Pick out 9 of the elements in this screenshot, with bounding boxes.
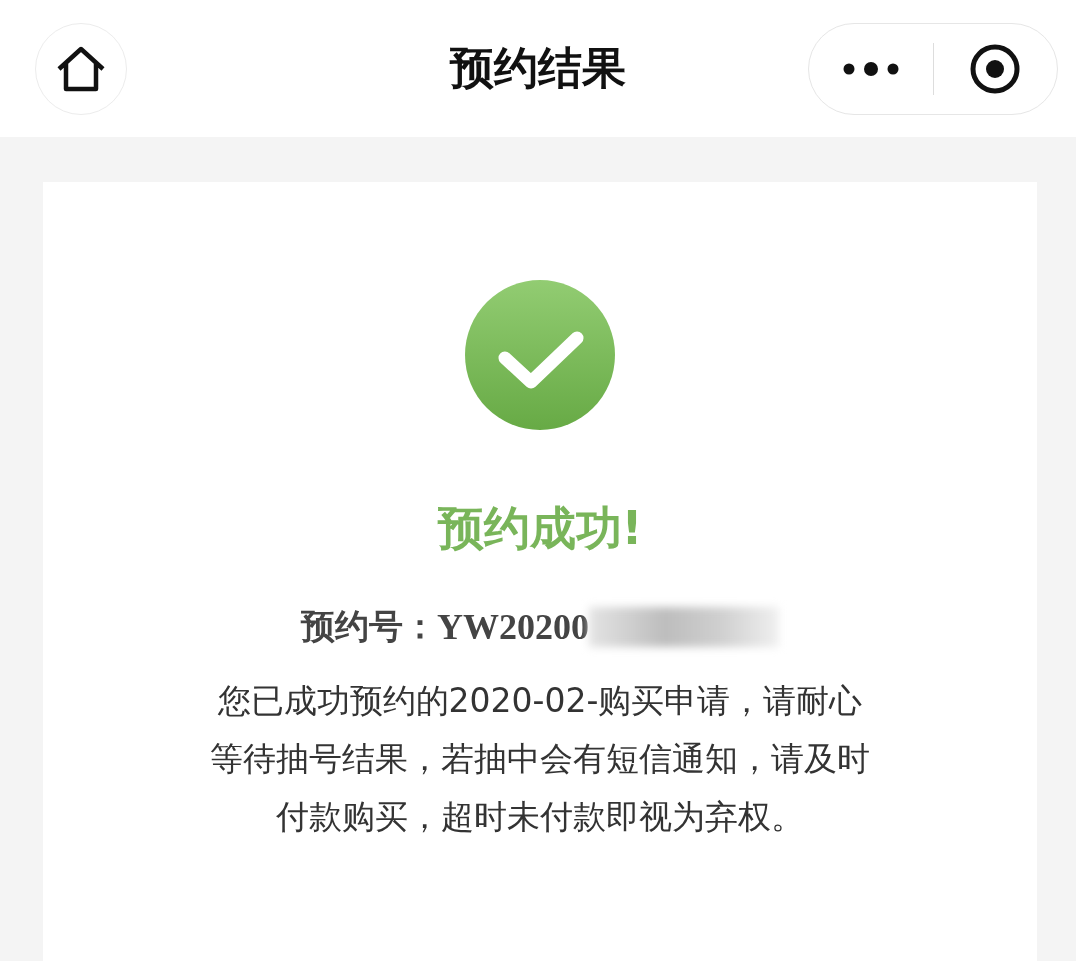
target-icon (969, 42, 1022, 95)
home-icon (55, 44, 107, 93)
more-icon (841, 61, 900, 76)
order-number: YW20200 (437, 606, 589, 648)
page-title: 预约结果 (450, 41, 626, 95)
success-check-icon (465, 280, 615, 430)
result-message: 您已成功预约的2020-02-购买申请，请耐心 等待抽号结果，若抽中会有短信通知，请及时 付款购买，超时未付款即视为弃权。 (210, 680, 870, 838)
order-label: 预约号： (301, 605, 437, 648)
result-title: 预约成功! (437, 500, 643, 557)
